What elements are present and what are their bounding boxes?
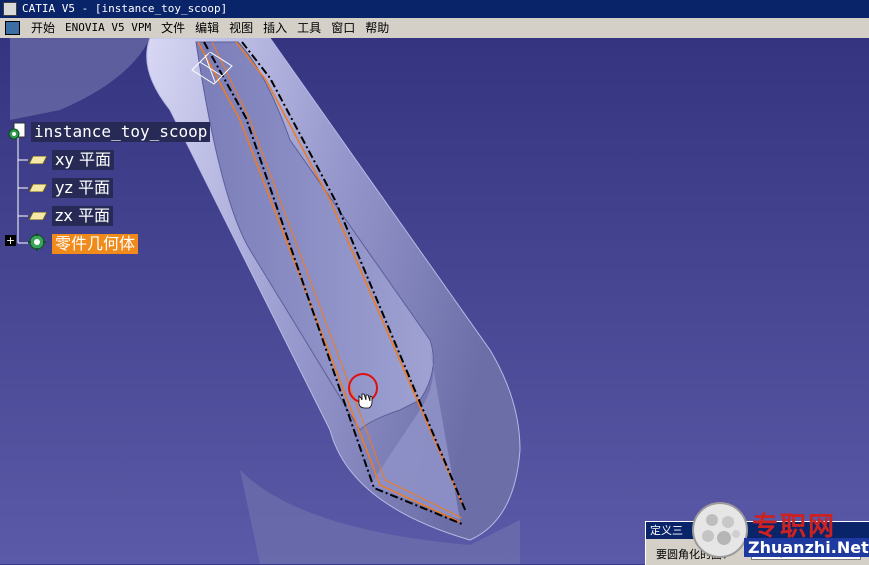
faces-to-fillet-label: 要圆角化的面： <box>656 548 733 561</box>
menu-enovia[interactable]: ENOVIA V5 VPM <box>60 18 156 38</box>
menu-items: 开始 ENOVIA V5 VPM 文件 编辑 视图 插入 工具 窗口 帮助 <box>26 18 394 38</box>
menu-help[interactable]: 帮助 <box>360 18 394 38</box>
model-render <box>0 38 869 564</box>
window-title: CATIA V5 - [instance_toy_scoop] <box>22 2 228 15</box>
menu-bar: 开始 ENOVIA V5 VPM 文件 编辑 视图 插入 工具 窗口 帮助 <box>0 18 869 38</box>
catia-app-icon[interactable] <box>3 2 17 16</box>
menu-view[interactable]: 视图 <box>224 18 258 38</box>
menu-edit[interactable]: 编辑 <box>190 18 224 38</box>
faces-to-fillet-field[interactable]: 0 元素 <box>751 544 861 560</box>
menu-tools[interactable]: 工具 <box>292 18 326 38</box>
3d-viewport[interactable]: instance_toy_scoop xy 平面 yz 平面 zx 平面 + 零… <box>0 38 869 564</box>
document-icon[interactable] <box>5 21 20 35</box>
window-titlebar: CATIA V5 - [instance_toy_scoop] <box>0 0 869 18</box>
menu-window[interactable]: 窗口 <box>326 18 360 38</box>
fillet-dialog: 定义三 要圆角化的面： 0 元素 <box>645 521 869 565</box>
dialog-title: 定义三 <box>646 522 869 539</box>
menu-start[interactable]: 开始 <box>26 18 60 38</box>
menu-file[interactable]: 文件 <box>156 18 190 38</box>
menu-insert[interactable]: 插入 <box>258 18 292 38</box>
